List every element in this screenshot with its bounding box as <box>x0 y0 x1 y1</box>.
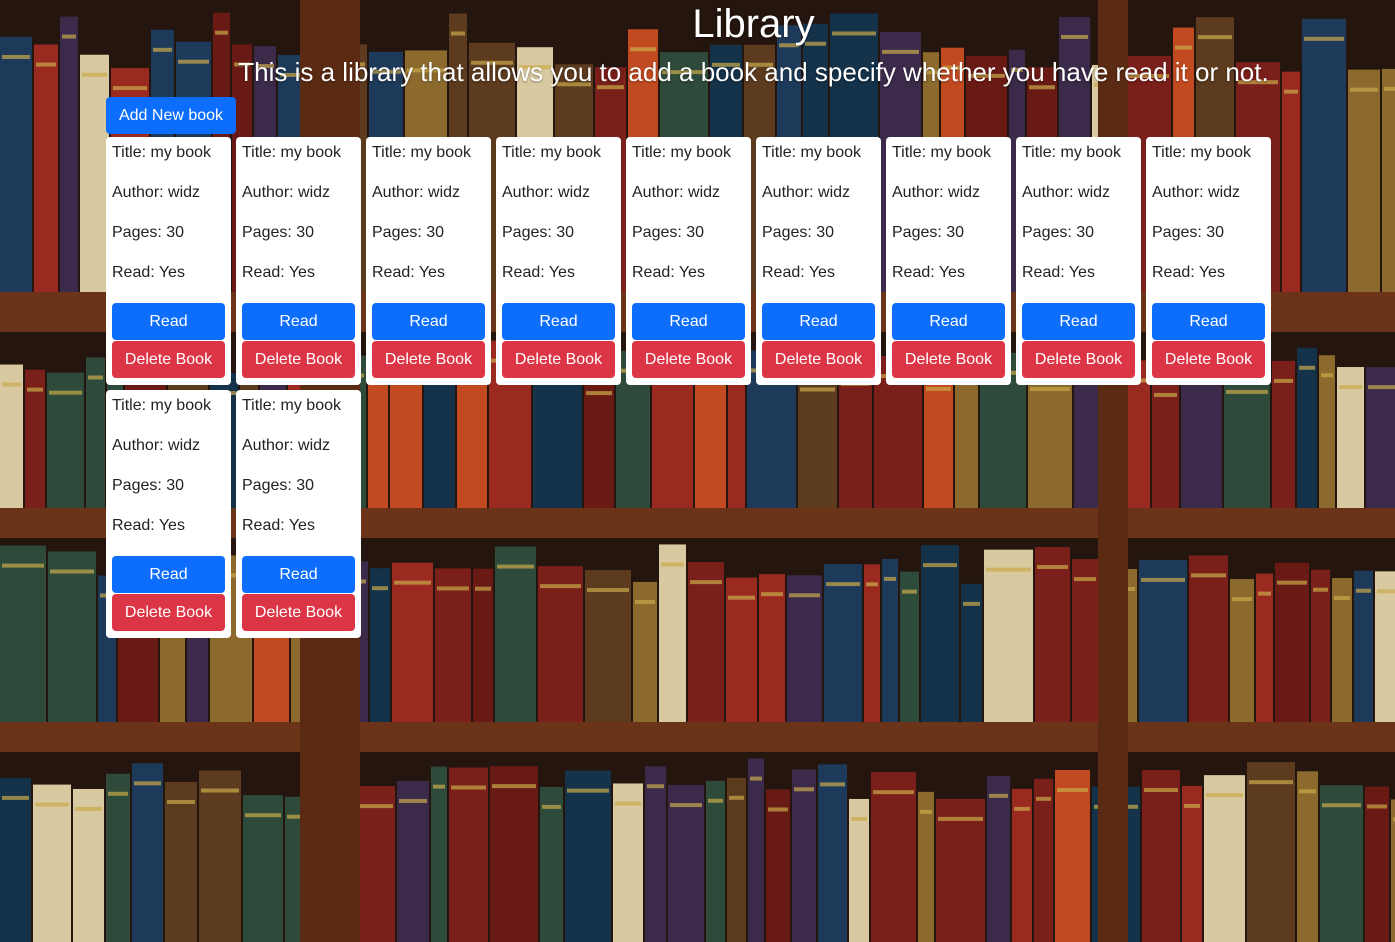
toggle-read-button[interactable]: Read <box>892 303 1005 340</box>
book-card: Title: my book Author: widz Pages: 30 Read:… <box>626 137 751 385</box>
book-read-status-text: Read: Yes <box>892 264 965 281</box>
book-pages-text: Pages: 30 <box>242 477 315 494</box>
book-read-status-text: Read: Yes <box>112 517 185 534</box>
book-title-text: Title: my book <box>112 397 211 414</box>
toggle-read-button[interactable]: Read <box>242 303 355 340</box>
book-pages-text: Pages: 30 <box>632 224 705 241</box>
delete-book-button[interactable]: Delete Book <box>112 594 225 631</box>
book-card: Title: my book Author: widz Pages: 30 Read:… <box>1146 137 1271 385</box>
book-author-text: Author: widz <box>762 184 851 201</box>
book-card: Title: my book Author: widz Pages: 30 Read:… <box>366 137 491 385</box>
toggle-read-button[interactable]: Read <box>1152 303 1265 340</box>
book-title-text: Title: my book <box>1152 144 1251 161</box>
toggle-read-button[interactable]: Read <box>112 556 225 593</box>
book-pages-text: Pages: 30 <box>112 224 185 241</box>
toggle-read-button[interactable]: Read <box>632 303 745 340</box>
page-title: Library <box>692 2 815 46</box>
book-title-text: Title: my book <box>112 144 211 161</box>
toggle-read-button[interactable]: Read <box>372 303 485 340</box>
book-title-text: Title: my book <box>372 144 471 161</box>
book-card: Title: my book Author: widz Pages: 30 Read:… <box>1016 137 1141 385</box>
book-title-text: Title: my book <box>242 397 341 414</box>
book-read-status-text: Read: Yes <box>242 264 315 281</box>
delete-book-button[interactable]: Delete Book <box>892 341 1005 378</box>
book-pages-text: Pages: 30 <box>112 477 185 494</box>
delete-book-button[interactable]: Delete Book <box>1022 341 1135 378</box>
book-card: Title: my book Author: widz Pages: 30 Read:… <box>106 137 231 385</box>
book-read-status-text: Read: Yes <box>242 517 315 534</box>
book-read-status-text: Read: Yes <box>1152 264 1225 281</box>
page-subtitle: This is a library that allows you to add… <box>238 57 1269 87</box>
delete-book-button[interactable]: Delete Book <box>502 341 615 378</box>
book-title-text: Title: my book <box>892 144 991 161</box>
book-author-text: Author: widz <box>632 184 721 201</box>
book-title-text: Title: my book <box>632 144 731 161</box>
delete-book-button[interactable]: Delete Book <box>242 341 355 378</box>
delete-book-button[interactable]: Delete Book <box>372 341 485 378</box>
book-card: Title: my book Author: widz Pages: 30 Read:… <box>106 390 231 638</box>
toggle-read-button[interactable]: Read <box>242 556 355 593</box>
book-read-status-text: Read: Yes <box>762 264 835 281</box>
toggle-read-button[interactable]: Read <box>112 303 225 340</box>
book-author-text: Author: widz <box>502 184 591 201</box>
book-pages-text: Pages: 30 <box>1152 224 1225 241</box>
book-author-text: Author: widz <box>1152 184 1241 201</box>
book-read-status-text: Read: Yes <box>632 264 705 281</box>
book-pages-text: Pages: 30 <box>372 224 445 241</box>
book-card: Title: my book Author: widz Pages: 30 Read:… <box>236 137 361 385</box>
book-read-status-text: Read: Yes <box>112 264 185 281</box>
book-pages-text: Pages: 30 <box>502 224 575 241</box>
delete-book-button[interactable]: Delete Book <box>632 341 745 378</box>
book-card: Title: my book Author: widz Pages: 30 Read:… <box>236 390 361 638</box>
book-card: Title: my book Author: widz Pages: 30 Read:… <box>496 137 621 385</box>
book-read-status-text: Read: Yes <box>372 264 445 281</box>
book-author-text: Author: widz <box>372 184 461 201</box>
delete-book-button[interactable]: Delete Book <box>762 341 875 378</box>
book-read-status-text: Read: Yes <box>1022 264 1095 281</box>
book-author-text: Author: widz <box>242 184 331 201</box>
book-title-text: Title: my book <box>502 144 601 161</box>
book-card: Title: my book Author: widz Pages: 30 Read:… <box>756 137 881 385</box>
book-card: Title: my book Author: widz Pages: 30 Read:… <box>886 137 1011 385</box>
book-author-text: Author: widz <box>892 184 981 201</box>
delete-book-button[interactable]: Delete Book <box>242 594 355 631</box>
delete-book-button[interactable]: Delete Book <box>1152 341 1265 378</box>
book-pages-text: Pages: 30 <box>242 224 315 241</box>
toggle-read-button[interactable]: Read <box>502 303 615 340</box>
book-pages-text: Pages: 30 <box>762 224 835 241</box>
book-pages-text: Pages: 30 <box>1022 224 1095 241</box>
add-new-book-button[interactable]: Add New book <box>106 97 236 134</box>
toggle-read-button[interactable]: Read <box>762 303 875 340</box>
book-title-text: Title: my book <box>762 144 861 161</box>
book-read-status-text: Read: Yes <box>502 264 575 281</box>
toggle-read-button[interactable]: Read <box>1022 303 1135 340</box>
book-author-text: Author: widz <box>112 437 201 454</box>
book-author-text: Author: widz <box>242 437 331 454</box>
book-author-text: Author: widz <box>1022 184 1111 201</box>
delete-book-button[interactable]: Delete Book <box>112 341 225 378</box>
book-title-text: Title: my book <box>242 144 341 161</box>
page-content: Library This is a library that allows yo… <box>0 0 1395 942</box>
book-title-text: Title: my book <box>1022 144 1121 161</box>
book-pages-text: Pages: 30 <box>892 224 965 241</box>
book-author-text: Author: widz <box>112 184 201 201</box>
book-card-grid: Title: my book Author: widz Pages: 30 Read:… <box>106 137 1286 638</box>
